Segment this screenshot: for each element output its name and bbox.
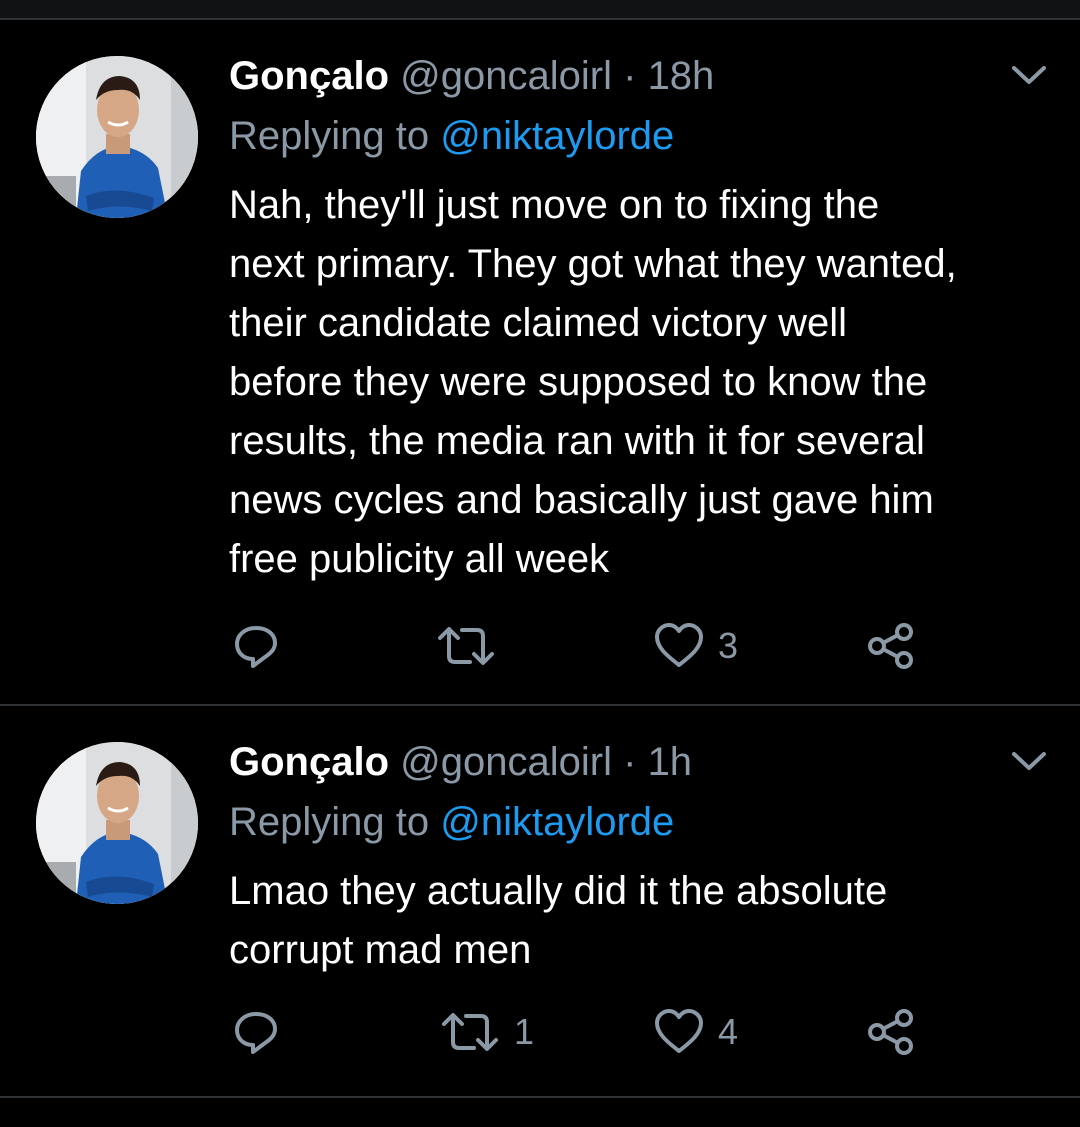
share-button[interactable] (866, 618, 916, 674)
tweet-actions: 3 (0, 618, 1080, 678)
replying-to-label: Replying to (229, 800, 430, 844)
reply-button[interactable] (232, 1004, 294, 1060)
like-count: 4 (718, 1011, 739, 1052)
avatar[interactable] (36, 742, 198, 904)
reply-icon (235, 626, 277, 668)
author-handle[interactable]: @goncaloirl (400, 740, 612, 784)
heart-icon (655, 1009, 703, 1053)
top-bar (0, 0, 1080, 20)
chevron-down-icon[interactable] (1008, 746, 1050, 776)
like-button[interactable]: 3 (654, 618, 738, 674)
heart-icon (655, 623, 703, 667)
like-count: 3 (718, 625, 739, 666)
tweet[interactable]: Gonçalo @goncaloirl · 18h Replying to @n… (0, 20, 1080, 706)
reply-icon (235, 1012, 277, 1054)
reply-target-link[interactable]: @niktaylorde (440, 800, 674, 844)
tweet-actions: 1 4 (0, 1004, 1080, 1064)
reply-target-link[interactable]: @niktaylorde (440, 114, 674, 158)
tweet-text: Lmao they actually did it the absolute c… (229, 869, 888, 972)
replying-to: Replying to @niktaylorde (229, 798, 674, 846)
author-handle[interactable]: @goncaloirl (400, 54, 612, 98)
avatar-photo (36, 742, 198, 904)
separator-dot: · (623, 54, 637, 98)
tweet[interactable]: Gonçalo @goncaloirl · 1h Replying to @ni… (0, 706, 1080, 1098)
tweet-text: Nah, they'll just move on to fixing the … (229, 183, 957, 581)
avatar[interactable] (36, 56, 198, 218)
share-icon (868, 1009, 913, 1055)
replying-to-label: Replying to (229, 114, 430, 158)
retweet-icon (442, 1013, 498, 1051)
avatar-photo (36, 56, 198, 218)
reply-button[interactable] (232, 618, 294, 674)
separator-dot: · (623, 740, 637, 784)
chevron-down-icon[interactable] (1008, 60, 1050, 90)
share-icon (868, 623, 913, 669)
share-button[interactable] (866, 1004, 916, 1060)
tweet-header: Gonçalo @goncaloirl · 18h (229, 52, 714, 100)
timestamp[interactable]: 18h (648, 54, 715, 98)
timestamp[interactable]: 1h (648, 740, 693, 784)
retweet-icon (438, 627, 494, 665)
retweet-button[interactable]: 1 (440, 1004, 534, 1060)
author-name[interactable]: Gonçalo (229, 740, 389, 784)
retweet-button[interactable] (436, 618, 510, 674)
retweet-count: 1 (514, 1011, 535, 1052)
like-button[interactable]: 4 (654, 1004, 738, 1060)
tweet-header: Gonçalo @goncaloirl · 1h (229, 738, 692, 786)
author-name[interactable]: Gonçalo (229, 54, 389, 98)
replying-to: Replying to @niktaylorde (229, 112, 674, 160)
